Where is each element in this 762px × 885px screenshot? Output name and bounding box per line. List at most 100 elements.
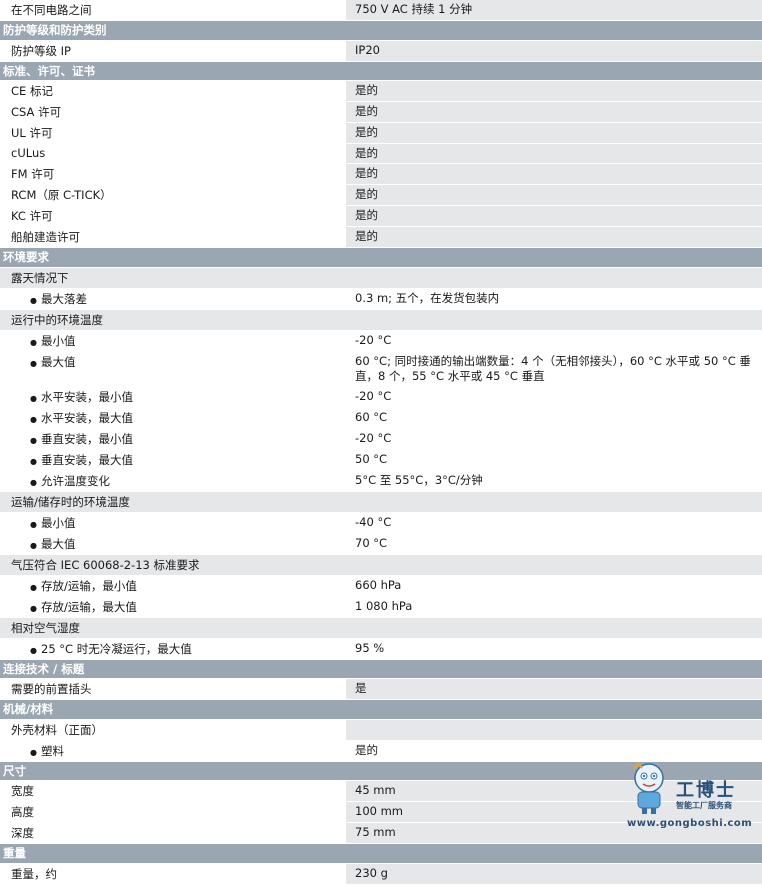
spec-label-cell: ● 水平安装，最大值 (0, 408, 346, 428)
bullet-icon: ● (30, 603, 37, 613)
section-header: 机械/材料 (0, 700, 762, 720)
spec-row: 高度 100 mm (0, 802, 762, 823)
spec-row: cULus 是的 (0, 144, 762, 164)
section-header: 重量 (0, 844, 762, 864)
spec-label-cell: 气压符合 IEC 60068-2-13 标准要求 (0, 554, 346, 575)
spec-label: 最大落差 (41, 291, 87, 306)
bullet-icon: ● (30, 358, 37, 368)
spec-label-cell: 深度 (0, 823, 346, 843)
spec-value: 95 % (355, 640, 385, 655)
spec-row: 防护等级 IP IP20 (0, 40, 762, 62)
spec-value: 1 080 hPa (355, 598, 413, 613)
spec-value: -40 °C (355, 514, 392, 529)
spec-value: 是 (346, 679, 762, 699)
spec-row: ● 垂直安装，最大值 50 °C (0, 450, 762, 471)
spec-label-cell: 高度 (0, 802, 346, 822)
spec-row: 外壳材料（正面） (0, 719, 762, 741)
spec-label: 存放/运输，最大值 (41, 599, 137, 614)
spec-label-cell: ● 允许温度变化 (0, 471, 346, 491)
spec-label: 水平安装，最小值 (41, 389, 133, 404)
bullet-icon: ● (30, 540, 37, 550)
spec-label-cell: ● 垂直安装，最小值 (0, 429, 346, 449)
bullet-icon: ● (30, 645, 37, 655)
bullet-icon: ● (30, 456, 37, 466)
spec-value: 70 °C (355, 535, 388, 550)
spec-label-cell: 运输/储存时的环境温度 (0, 491, 346, 512)
spec-value: 是的 (346, 227, 762, 247)
spec-value: 45 mm (346, 781, 762, 801)
spec-value: 0.3 m; 五个，在发货包装内 (355, 290, 500, 305)
section-title: 连接技术 / 标题 (3, 661, 85, 676)
spec-label-cell: 船舶建造许可 (0, 227, 346, 247)
spec-value: 660 hPa (355, 577, 402, 592)
spec-value: 50 °C (355, 451, 388, 466)
section-title: 机械/材料 (3, 702, 54, 717)
spec-value: 60 °C (355, 409, 388, 424)
bullet-icon: ● (30, 295, 37, 305)
spec-value (346, 554, 762, 575)
spec-label-cell: ● 最大值 (0, 534, 346, 554)
spec-row: ● 存放/运输，最大值 1 080 hPa (0, 597, 762, 618)
spec-row: 船舶建造许可 是的 (0, 227, 762, 248)
spec-label: CE 标记 (11, 84, 53, 98)
section-header: 连接技术 / 标题 (0, 659, 762, 679)
spec-value (346, 719, 762, 740)
spec-row: ● 最大值 70 °C (0, 534, 762, 555)
spec-row: 重量，约 230 g (0, 863, 762, 885)
spec-label-cell: CSA 许可 (0, 102, 346, 122)
spec-value: -20 °C (355, 388, 392, 403)
spec-label: cULus (11, 146, 46, 160)
spec-row: UL 许可 是的 (0, 123, 762, 144)
section-header: 防护等级和防护类别 (0, 21, 762, 41)
spec-value: IP20 (346, 40, 762, 61)
section-header: 尺寸 (0, 761, 762, 781)
spec-label: 宽度 (11, 784, 34, 798)
spec-label-cell: cULus (0, 144, 346, 163)
spec-row: 宽度 45 mm (0, 781, 762, 802)
spec-label: 最大值 (41, 536, 76, 551)
subgroup-row: 露天情况下 (0, 267, 762, 289)
spec-value: 是的 (346, 144, 762, 163)
bullet-icon: ● (30, 435, 37, 445)
spec-label-cell: KC 许可 (0, 206, 346, 226)
spec-label: 相对空气湿度 (11, 620, 80, 635)
spec-row: ● 最大值 60 °C; 同时接通的输出端数量：4 个（无相邻接头），60 °C 水… (0, 352, 762, 387)
spec-row: ● 最小值 -20 °C (0, 331, 762, 352)
spec-label-cell: 露天情况下 (0, 267, 346, 288)
spec-label-cell: ● 存放/运输，最大值 (0, 597, 346, 617)
bullet-icon: ● (30, 337, 37, 347)
spec-row: RCM（原 C-TICK） 是的 (0, 185, 762, 206)
bullet-icon: ● (30, 747, 37, 757)
subgroup-row: 运行中的环境温度 (0, 309, 762, 331)
bullet-icon: ● (30, 393, 37, 403)
spec-row: ● 最小值 -40 °C (0, 513, 762, 534)
spec-value: 是的 (355, 742, 378, 757)
spec-label: 防护等级 IP (11, 43, 71, 58)
spec-row: ● 存放/运输，最小值 660 hPa (0, 576, 762, 597)
spec-value: 5°C 至 55°C，3°C/分钟 (355, 472, 483, 487)
spec-label-cell: RCM（原 C-TICK） (0, 185, 346, 205)
spec-label-cell: 需要的前置插头 (0, 679, 346, 699)
spec-row: ● 垂直安装，最小值 -20 °C (0, 429, 762, 450)
bullet-icon: ● (30, 519, 37, 529)
spec-label: 塑料 (41, 743, 64, 758)
spec-label: 垂直安装，最小值 (41, 431, 133, 446)
section-title: 标准、许可、证书 (3, 63, 95, 78)
spec-value: -20 °C (355, 332, 392, 347)
subgroup-row: 运输/储存时的环境温度 (0, 491, 762, 513)
spec-value: 是的 (346, 102, 762, 122)
spec-label-cell: 防护等级 IP (0, 40, 346, 61)
spec-row: ● 最大落差 0.3 m; 五个，在发货包装内 (0, 289, 762, 310)
subgroup-row: 气压符合 IEC 60068-2-13 标准要求 (0, 554, 762, 576)
spec-label: 需要的前置插头 (11, 682, 92, 696)
section-title: 重量 (3, 846, 26, 861)
spec-label-cell: 相对空气湿度 (0, 617, 346, 638)
spec-value: 100 mm (346, 802, 762, 822)
spec-row: 深度 75 mm (0, 823, 762, 844)
section-title: 环境要求 (3, 250, 49, 265)
spec-row: ● 水平安装，最小值 -20 °C (0, 387, 762, 408)
spec-label-cell: ● 最小值 (0, 513, 346, 533)
spec-value: 是的 (346, 185, 762, 205)
spec-label-cell: ● 水平安装，最小值 (0, 387, 346, 407)
spec-table: 在不同电路之间 750 V AC 持续 1 分钟 防护等级和防护类别 防护等级 IP I… (0, 0, 762, 885)
